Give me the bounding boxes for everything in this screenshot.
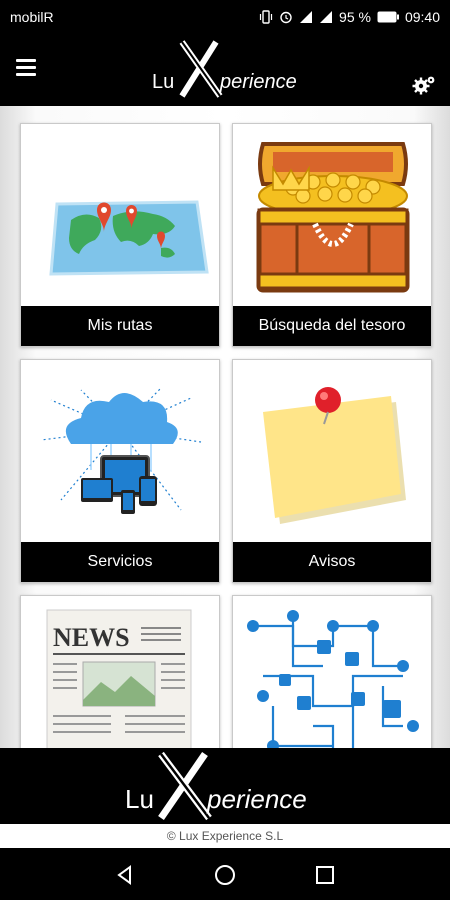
footer: Lu perience	[0, 748, 450, 824]
svg-text:Lu: Lu	[152, 71, 174, 93]
card-mis-rutas[interactable]: Mis rutas	[20, 123, 220, 347]
app-bar: Lu perience	[0, 34, 450, 106]
card-label: Avisos	[233, 542, 431, 582]
card-news[interactable]: NEWS	[20, 595, 220, 748]
card-label: Mis rutas	[21, 306, 219, 346]
card-busqueda-del-tesoro[interactable]: Búsqueda del tesoro	[232, 123, 432, 347]
map-icon	[49, 200, 209, 276]
4g-signal-icon	[300, 11, 313, 23]
alarm-icon	[280, 11, 292, 24]
social-network-icon	[247, 610, 419, 748]
home-icon[interactable]	[212, 862, 238, 888]
gears-icon[interactable]	[412, 74, 436, 96]
recents-icon[interactable]	[312, 862, 338, 888]
card-servicios[interactable]: Servicios	[20, 359, 220, 583]
back-icon[interactable]	[112, 862, 138, 888]
vibrate-icon	[259, 10, 273, 24]
cloud-devices-icon	[40, 387, 202, 514]
hamburger-menu-icon[interactable]	[16, 59, 36, 77]
card-label: Servicios	[21, 542, 219, 582]
newspaper-icon: NEWS	[46, 609, 192, 748]
card-avisos[interactable]: Avisos	[232, 359, 432, 583]
svg-text:perience: perience	[206, 784, 307, 814]
luxperience-logo: Lu perience	[152, 40, 297, 98]
card-social-network[interactable]	[232, 595, 432, 748]
svg-text:perience: perience	[219, 71, 297, 93]
luxperience-footer-logo: Lu perience	[125, 751, 307, 821]
battery-icon	[377, 11, 399, 23]
carrier-name: mobilR	[10, 9, 54, 25]
signal-icon	[320, 11, 333, 23]
sticky-note-icon	[263, 387, 406, 524]
battery-percent: 95 %	[339, 9, 371, 25]
status-icons: 95 % 09:40	[259, 9, 440, 25]
status-time: 09:40	[404, 9, 440, 25]
svg-text:Lu: Lu	[125, 784, 154, 814]
treasure-chest-icon	[256, 142, 410, 293]
status-bar: mobilR 95 % 09:40	[0, 0, 450, 34]
system-nav-bar	[0, 848, 450, 900]
main-content[interactable]: Mis rutas Búsqueda del tesoro Servicios …	[0, 106, 450, 748]
svg-text:NEWS: NEWS	[53, 623, 130, 652]
card-label: Búsqueda del tesoro	[233, 306, 431, 346]
copyright-text: © Lux Experience S.L	[0, 824, 450, 848]
